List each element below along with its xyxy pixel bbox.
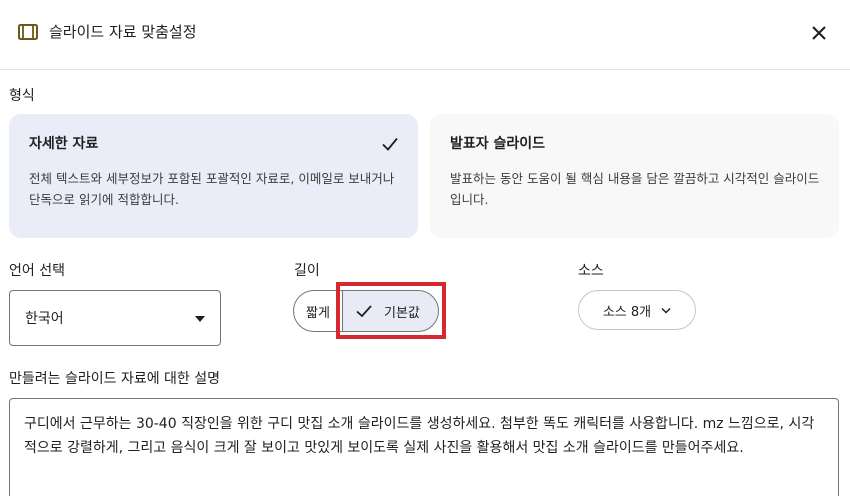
format-option-presenter[interactable]: 발표자 슬라이드 발표하는 동안 도움이 될 핵심 내용을 담은 깔끔하고 시각… bbox=[430, 114, 839, 238]
format-label: 형식 bbox=[9, 88, 35, 104]
source-button-label: 소스 8개 bbox=[602, 304, 652, 320]
check-icon bbox=[356, 305, 372, 318]
close-button[interactable] bbox=[806, 20, 832, 46]
language-select[interactable]: 한국어 bbox=[9, 290, 221, 346]
dropdown-arrow-icon bbox=[195, 316, 205, 322]
length-short-label: 짧게 bbox=[306, 305, 330, 321]
description-label: 만들려는 슬라이드 자료에 대한 설명 bbox=[9, 371, 220, 387]
length-short-button[interactable]: 짧게 bbox=[293, 290, 343, 332]
format-option-description: 전체 텍스트와 세부정보가 포함된 포괄적인 자료로, 이메일로 보내거나 단독… bbox=[29, 171, 395, 207]
format-option-description: 발표하는 동안 도움이 될 핵심 내용을 담은 깔끔하고 시각적인 슬라이드입니… bbox=[450, 171, 820, 207]
check-icon bbox=[382, 137, 398, 151]
close-icon[interactable] bbox=[811, 25, 827, 41]
dialog-title: 슬라이드 자료 맞춤설정 bbox=[49, 23, 197, 41]
format-option-title: 발표자 슬라이드 bbox=[450, 136, 546, 152]
chevron-down-icon bbox=[661, 307, 671, 314]
language-value: 한국어 bbox=[25, 311, 64, 327]
source-label: 소스 bbox=[578, 263, 604, 279]
length-default-label: 기본값 bbox=[384, 305, 420, 321]
slides-icon bbox=[18, 24, 38, 40]
source-button[interactable]: 소스 8개 bbox=[578, 290, 696, 330]
length-label: 길이 bbox=[294, 263, 320, 279]
format-option-title: 자세한 자료 bbox=[29, 136, 99, 152]
language-label: 언어 선택 bbox=[9, 263, 65, 279]
description-textarea[interactable]: 구디에서 근무하는 30-40 직장인을 위한 구디 맛집 소개 슬라이드를 생… bbox=[9, 398, 839, 496]
dialog-header: 슬라이드 자료 맞춤설정 bbox=[0, 0, 850, 70]
length-default-button[interactable]: 기본값 bbox=[342, 290, 439, 332]
format-option-detailed[interactable]: 자세한 자료 전체 텍스트와 세부정보가 포함된 포괄적인 자료로, 이메일로 … bbox=[9, 114, 418, 238]
